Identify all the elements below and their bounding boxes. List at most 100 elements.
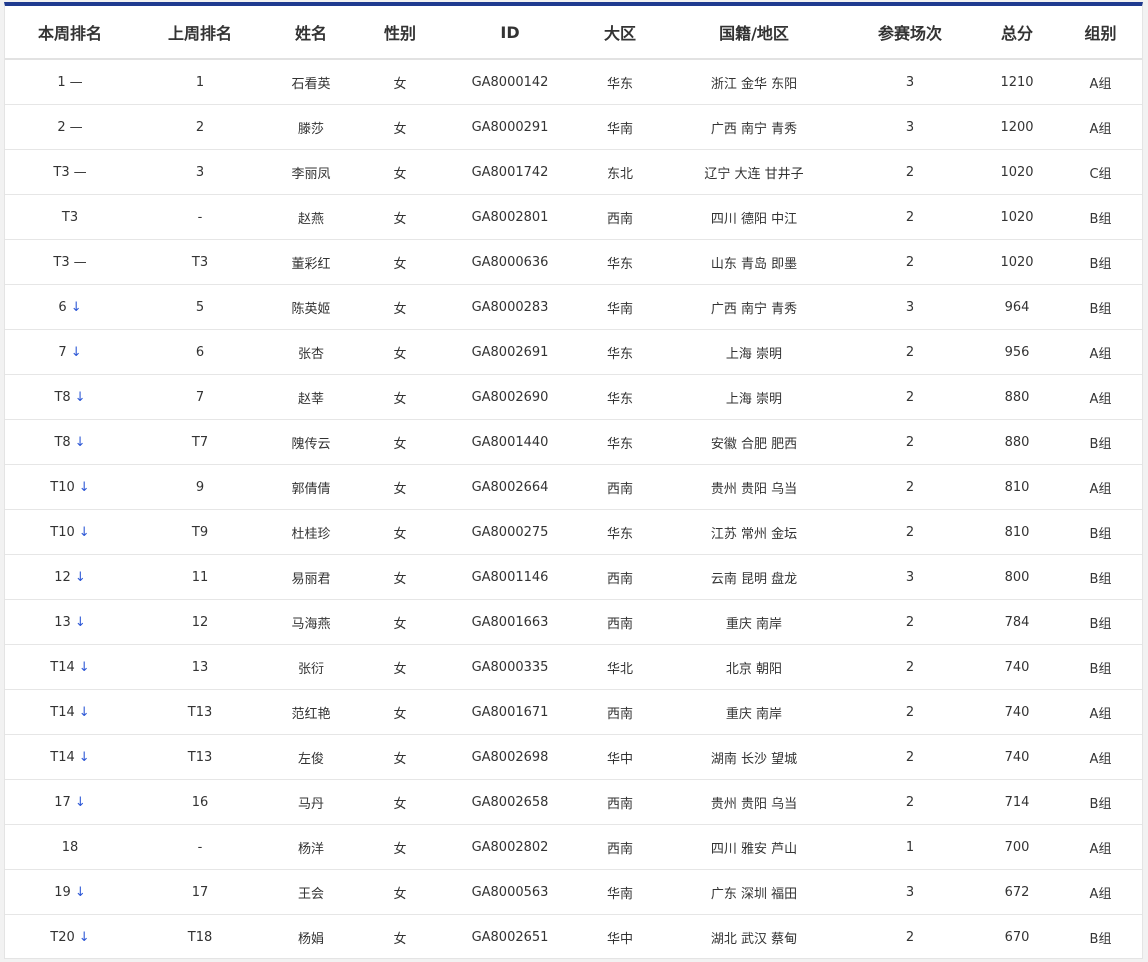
matches-played-cell: 2: [845, 374, 975, 420]
this-week-rank-cell: 12 ↓: [5, 554, 135, 600]
rank-value: T3: [53, 254, 70, 270]
name-cell: 赵燕: [265, 194, 357, 240]
this-week-rank-cell: T3—: [5, 239, 135, 285]
matches-played-cell: 3: [845, 59, 975, 105]
last-week-rank-cell: 17: [135, 869, 265, 915]
column-header-matches-played: 参赛场次: [845, 6, 975, 60]
total-score-cell: 1020: [975, 149, 1059, 195]
matches-played-cell: 1: [845, 824, 975, 870]
player-id-cell: GA8001742: [443, 149, 577, 195]
area-cell: 四川 德阳 中江: [663, 194, 845, 240]
area-cell: 广西 南宁 青秀: [663, 284, 845, 330]
area-cell: 重庆 南岸: [663, 599, 845, 645]
gender-cell: 女: [357, 284, 443, 330]
player-id-cell: GA8001671: [443, 689, 577, 735]
table-row: T10 ↓ T9 杜桂珍女 GA8000275 华东 江苏 常州 金坛 2 810 B组: [5, 509, 1142, 555]
last-week-rank-cell: 2: [135, 104, 265, 150]
group-cell: B组: [1059, 284, 1142, 330]
this-week-rank-cell: 2—: [5, 104, 135, 150]
region-cell: 西南: [577, 194, 663, 240]
area-cell: 山东 青岛 即墨: [663, 239, 845, 285]
total-score-cell: 670: [1004, 929, 1030, 945]
this-week-rank-cell: T14 ↓: [5, 689, 135, 735]
last-week-rank-cell: T7: [135, 419, 265, 465]
last-week-rank-cell: 6: [135, 329, 265, 375]
name-cell: 马丹: [265, 779, 357, 825]
group-cell: B组: [1059, 194, 1142, 240]
region-cell: 华南: [577, 284, 663, 330]
table-row: 12 ↓ 11 易丽君女 GA8001146 西南 云南 昆明 盘龙 3 800 B组: [5, 554, 1142, 600]
rank-down-arrow-icon: ↓: [78, 929, 90, 945]
total-score-cell: 800: [975, 554, 1059, 600]
total-score-cell: 784: [975, 599, 1059, 645]
table-row: T3 - 赵燕女 GA8002801 西南 四川 德阳 中江 2 1020 B组: [5, 194, 1142, 240]
rank-value: T8: [54, 434, 71, 450]
rank-value: T3: [61, 209, 79, 225]
region-cell: 华东: [577, 419, 663, 465]
matches-played-cell: 2: [845, 689, 975, 735]
player-id-cell: GA8000283: [443, 284, 577, 330]
area-cell: 四川 雅安 芦山: [663, 824, 845, 870]
table-row: 13 ↓ 12 马海燕女 GA8001663 西南 重庆 南岸 2 784 B组: [5, 599, 1142, 645]
area-cell: 云南 昆明 盘龙: [663, 554, 845, 600]
total-score-cell: 1020: [975, 194, 1059, 240]
group-cell: B组: [1089, 931, 1112, 947]
total-score-cell: 810: [975, 509, 1059, 555]
this-week-rank-cell: 1—: [5, 59, 135, 105]
region-cell: 华中: [606, 931, 633, 947]
rank-unchanged-dash-icon: —: [69, 74, 83, 90]
gender-cell: 女: [357, 824, 443, 870]
rank-down-arrow-icon: ↓: [78, 704, 90, 720]
table-row: 6 ↓ 5 陈英姬女 GA8000283 华南 广西 南宁 青秀 3 964 B组: [5, 284, 1142, 330]
column-header-player-id: ID: [443, 6, 577, 60]
table-row: 17 ↓ 16 马丹女 GA8002658 西南 贵州 贵阳 乌当 2 714 B组: [5, 779, 1142, 825]
matches-played-cell: 3: [845, 554, 975, 600]
this-week-rank-cell: 18: [5, 824, 135, 870]
rank-down-arrow-icon: ↓: [74, 794, 86, 810]
gender-cell: 女: [357, 374, 443, 420]
total-score-cell: 1020: [975, 239, 1059, 285]
matches-played-cell: 2: [845, 599, 975, 645]
rank-down-arrow-icon: ↓: [74, 569, 86, 585]
gender-cell: 女: [357, 644, 443, 690]
rank-value: T14: [50, 704, 75, 720]
rank-value: 18: [61, 839, 79, 855]
table-header-row: 本周排名 上周排名 姓名 性别 ID 大区 国籍/地区 参赛场次 总分 组别: [5, 6, 1142, 60]
table-body: 1—1 石看英女 GA8000142 华东 浙江 金华 东阳 3 1210 A组 2—2 滕莎女 G…: [5, 59, 1142, 959]
name-cell: 范红艳: [265, 689, 357, 735]
group-cell: A组: [1059, 689, 1142, 735]
this-week-rank-cell: T10 ↓: [5, 464, 135, 510]
gender-cell: 女: [357, 59, 443, 105]
column-header-total-score: 总分: [975, 6, 1059, 60]
this-week-rank-cell: T3: [5, 194, 135, 240]
total-score-cell: 956: [975, 329, 1059, 375]
player-id-cell: GA8000142: [443, 59, 577, 105]
region-cell: 华东: [577, 59, 663, 105]
last-week-rank-cell: T18: [187, 929, 213, 945]
this-week-rank-cell: T10 ↓: [5, 509, 135, 555]
region-cell: 华南: [577, 869, 663, 915]
column-header-name: 姓名: [265, 6, 357, 60]
group-cell: A组: [1059, 104, 1142, 150]
group-cell: A组: [1059, 329, 1142, 375]
last-week-rank-cell: 5: [135, 284, 265, 330]
gender-cell: 女: [357, 329, 443, 375]
rank-value: T14: [50, 749, 75, 765]
last-week-rank-cell: 11: [135, 554, 265, 600]
rank-down-arrow-icon: ↓: [74, 434, 86, 450]
table-row: T14 ↓ T13 范红艳女 GA8001671 西南 重庆 南岸 2 740 A组: [5, 689, 1142, 735]
player-id-cell: GA8001440: [443, 419, 577, 465]
this-week-rank-cell: T14 ↓: [5, 734, 135, 780]
player-id-cell: GA8002664: [443, 464, 577, 510]
name-cell: 隗传云: [265, 419, 357, 465]
table-row: T14 ↓ T13 左俊女 GA8002698 华中 湖南 长沙 望城 2 740 A组: [5, 734, 1142, 780]
region-cell: 华东: [577, 509, 663, 555]
name-cell: 易丽君: [265, 554, 357, 600]
player-id-cell: GA8002690: [443, 374, 577, 420]
total-score-cell: 714: [975, 779, 1059, 825]
total-score-cell: 1210: [975, 59, 1059, 105]
player-id-cell: GA8000291: [443, 104, 577, 150]
rank-value: 6: [58, 299, 67, 315]
player-id-cell: GA8001146: [443, 554, 577, 600]
rank-down-arrow-icon: ↓: [78, 479, 90, 495]
